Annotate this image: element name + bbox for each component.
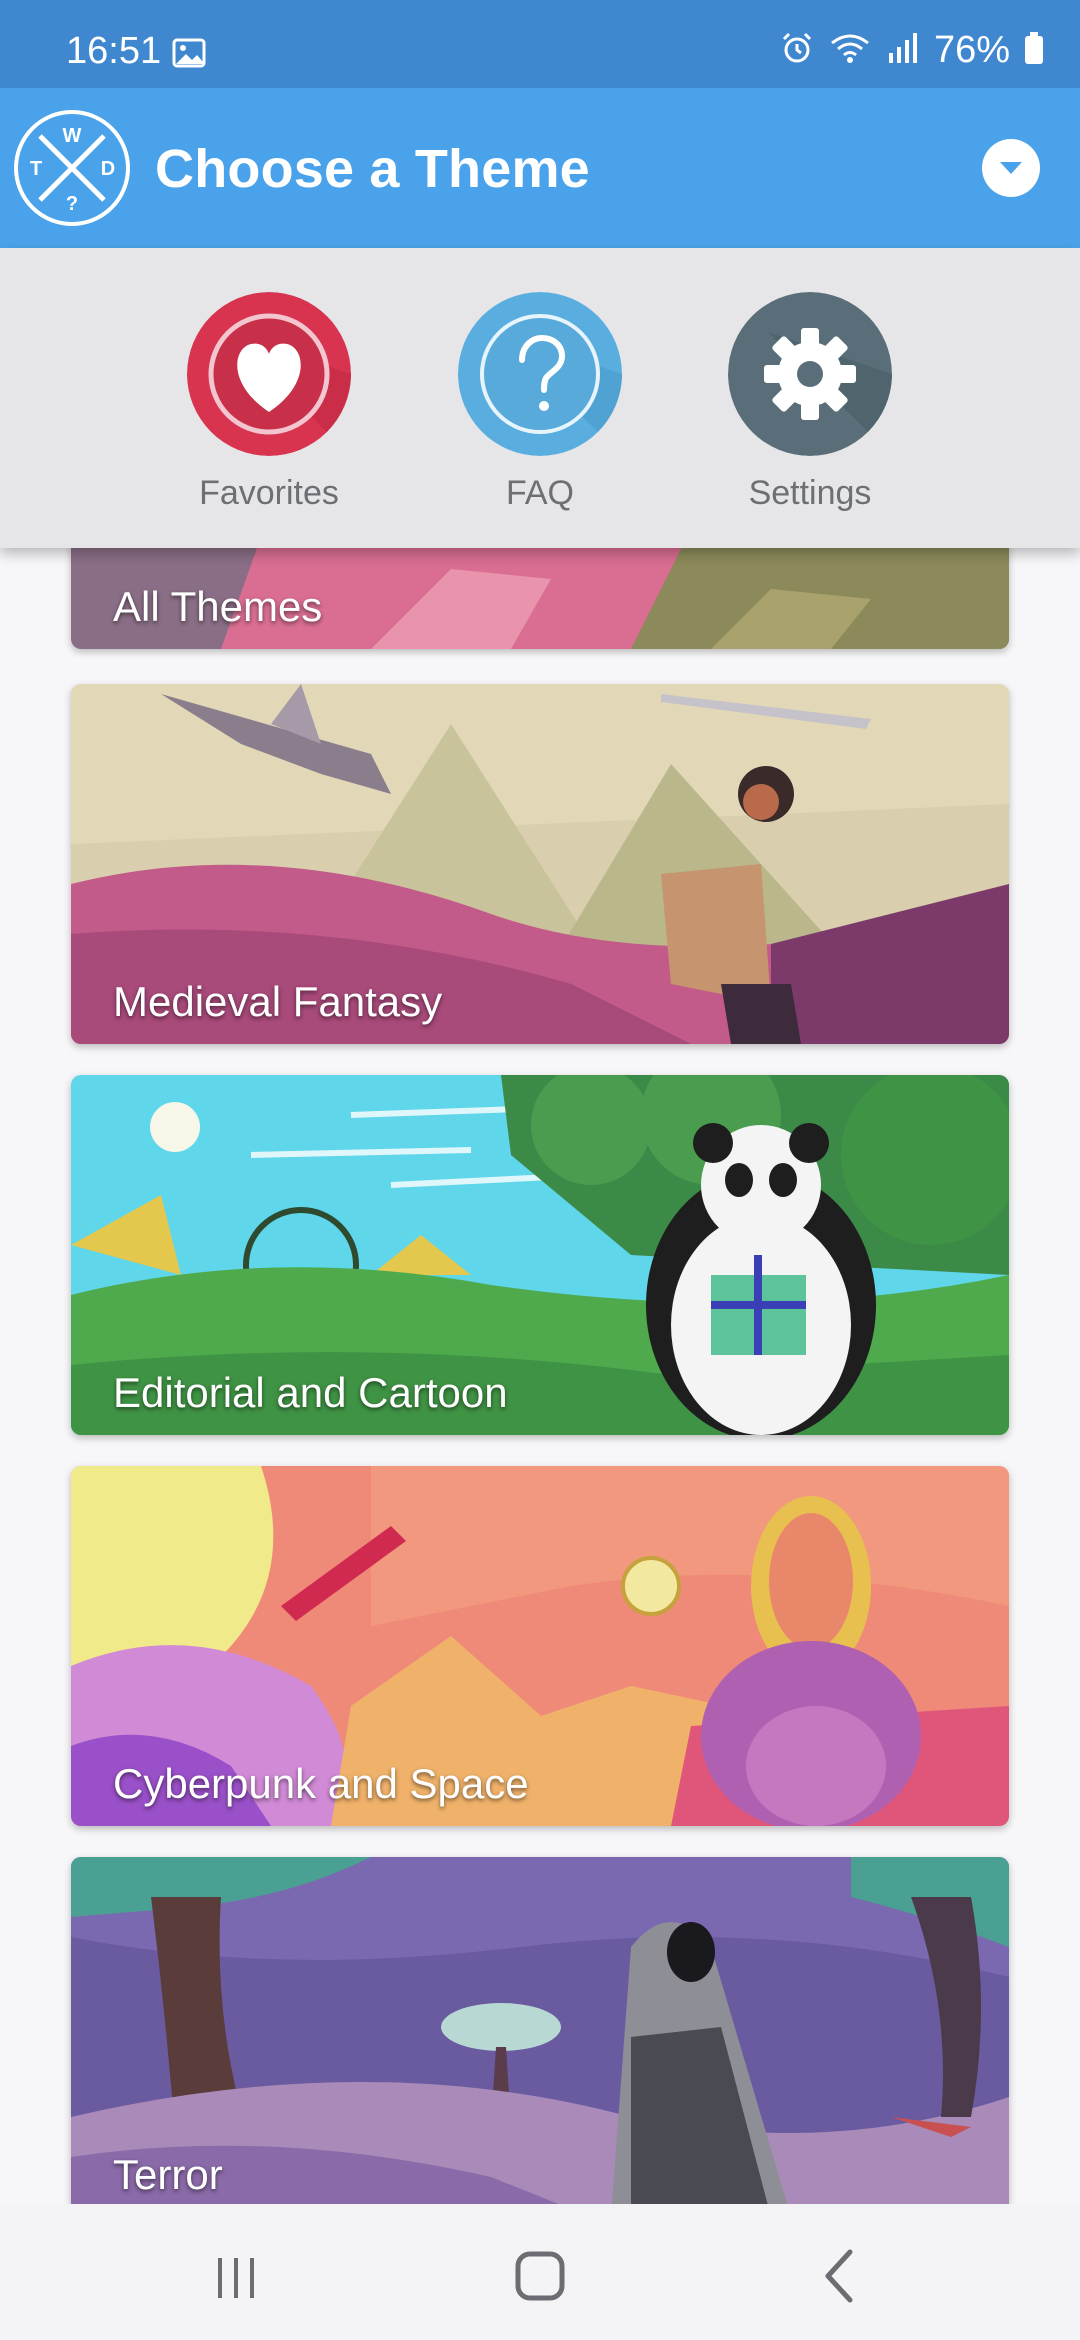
heart-icon — [187, 292, 351, 456]
theme-title: Cyberpunk and Space — [113, 1760, 529, 1807]
chevron-down-icon — [1000, 162, 1022, 174]
logo-letter-t: T — [30, 158, 42, 180]
settings-button[interactable]: Settings — [710, 292, 910, 522]
battery-percent: 76% — [933, 28, 1010, 71]
theme-card-editorial-and-cartoon[interactable]: Editorial and Cartoon — [71, 1075, 1009, 1435]
theme-title: All Themes — [113, 583, 323, 630]
favorites-button[interactable]: Favorites — [169, 292, 369, 522]
theme-title: Terror — [113, 2151, 223, 2198]
wifi-icon — [828, 31, 872, 70]
status-icons: 76% — [766, 28, 1044, 71]
status-time: 16:51 — [66, 30, 162, 72]
theme-menu-button[interactable] — [982, 139, 1040, 197]
logo-letter-w: W — [63, 125, 82, 147]
home-icon[interactable] — [500, 2234, 580, 2314]
alarm-icon — [780, 31, 814, 70]
theme-title: Medieval Fantasy — [113, 978, 443, 1025]
favorites-label: Favorites — [199, 474, 339, 512]
theme-title: Editorial and Cartoon — [113, 1369, 508, 1416]
faq-label: FAQ — [505, 474, 575, 512]
back-icon[interactable] — [800, 2234, 880, 2314]
battery-icon — [1024, 31, 1044, 70]
app-logo: W T D ? — [12, 108, 132, 228]
signal-icon — [886, 31, 920, 70]
app-bar: W T D ? Choose a Theme — [0, 88, 1080, 248]
question-icon — [458, 292, 622, 456]
logo-letter-d: D — [101, 158, 115, 180]
theme-card-all-themes[interactable]: All Themes — [71, 548, 1009, 649]
theme-card-medieval-fantasy[interactable]: Medieval Fantasy — [71, 684, 1009, 1044]
system-nav-bar — [0, 2204, 1080, 2340]
theme-card-terror[interactable]: Terror — [71, 1857, 1009, 2204]
faq-button[interactable]: FAQ — [440, 292, 640, 522]
theme-list: All Themes Medieval Fantasy Editorial an… — [0, 548, 1080, 2204]
quick-actions-panel: Favorites FAQ Settings — [0, 248, 1080, 548]
status-bar: 16:51 76% — [0, 0, 1080, 88]
gear-icon — [728, 292, 892, 456]
gallery-icon — [172, 38, 206, 73]
theme-card-cyberpunk-and-space[interactable]: Cyberpunk and Space — [71, 1466, 1009, 1826]
page-title: Choose a Theme — [155, 139, 590, 199]
logo-letter-question: ? — [66, 193, 78, 215]
recents-icon[interactable] — [196, 2234, 276, 2314]
settings-label: Settings — [748, 474, 872, 512]
